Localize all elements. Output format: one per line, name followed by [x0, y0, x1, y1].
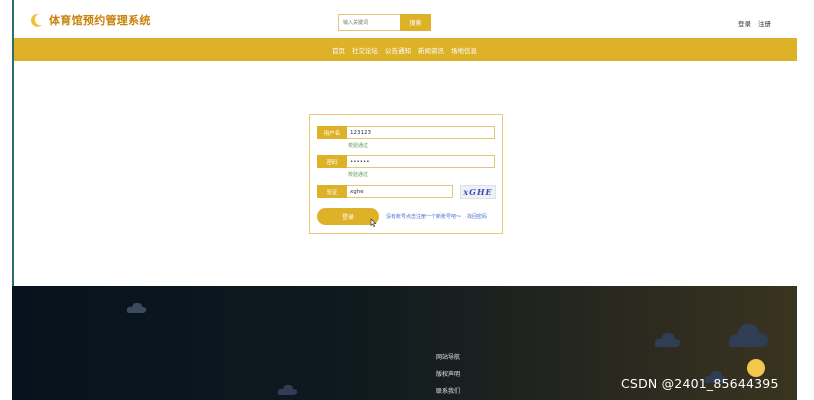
cloud-icon — [277, 384, 298, 395]
username-row: 用户名 — [317, 126, 495, 139]
site-logo[interactable]: 体育馆预约管理系统 — [31, 12, 151, 28]
password-input[interactable] — [347, 155, 495, 168]
username-label: 用户名 — [317, 126, 347, 139]
cloud-icon — [728, 323, 768, 347]
search-button[interactable]: 搜索 — [400, 14, 431, 31]
username-input[interactable] — [347, 126, 495, 139]
nav-item-notice[interactable]: 公告通知 — [385, 45, 411, 55]
captcha-label: 验证 — [317, 185, 347, 198]
footer-link-contact[interactable]: 联系我们 — [436, 386, 460, 395]
footer-link-copyright[interactable]: 版权声明 — [436, 369, 460, 378]
login-form: 用户名 校验通过 密码 校验通过 验证 xGHE 登录 没有账号点击注册一个新账… — [309, 114, 503, 234]
register-link[interactable]: 注册 — [758, 18, 771, 28]
form-links: 没有账号点击注册一个新账号吧～ 找回密码 — [386, 213, 487, 220]
nav-items: 首页 社交论坛 公告通知 新闻资讯 场地信息 — [332, 45, 477, 55]
watermark: CSDN @2401_85644395 — [621, 376, 779, 391]
nav-item-news[interactable]: 新闻资讯 — [418, 45, 444, 55]
cloud-icon — [654, 332, 681, 347]
nav-item-venues[interactable]: 场地信息 — [451, 45, 477, 55]
auth-links: 登录 注册 — [738, 18, 771, 28]
username-hint: 校验通过 — [348, 143, 369, 149]
search-input[interactable] — [338, 14, 400, 31]
register-prompt-link[interactable]: 没有账号点击注册一个新账号吧～ — [386, 213, 461, 220]
login-link[interactable]: 登录 — [738, 18, 751, 28]
moon-icon — [31, 13, 42, 27]
main-nav: 首页 社交论坛 公告通知 新闻资讯 场地信息 — [14, 38, 797, 61]
nav-item-forum[interactable]: 社交论坛 — [352, 45, 378, 55]
password-row: 密码 — [317, 155, 495, 168]
site-title: 体育馆预约管理系统 — [49, 14, 151, 27]
mouse-cursor-icon — [370, 218, 377, 227]
captcha-image-text: xGHE — [463, 187, 493, 197]
footer-link-sitemap[interactable]: 网站导航 — [436, 352, 460, 361]
cloud-icon — [126, 302, 147, 313]
nav-item-home[interactable]: 首页 — [332, 45, 345, 55]
captcha-input[interactable] — [347, 185, 453, 198]
site-header: 体育馆预约管理系统 搜索 登录 注册 — [14, 0, 797, 38]
footer-links: 网站导航 版权声明 联系我们 — [436, 352, 460, 395]
sun-icon — [747, 359, 765, 377]
captcha-image[interactable]: xGHE — [460, 185, 496, 199]
password-hint: 校验通过 — [348, 172, 369, 178]
captcha-row: 验证 — [317, 185, 453, 198]
forgot-password-link[interactable]: 找回密码 — [467, 213, 487, 220]
search-bar: 搜索 — [338, 14, 431, 31]
password-label: 密码 — [317, 155, 347, 168]
